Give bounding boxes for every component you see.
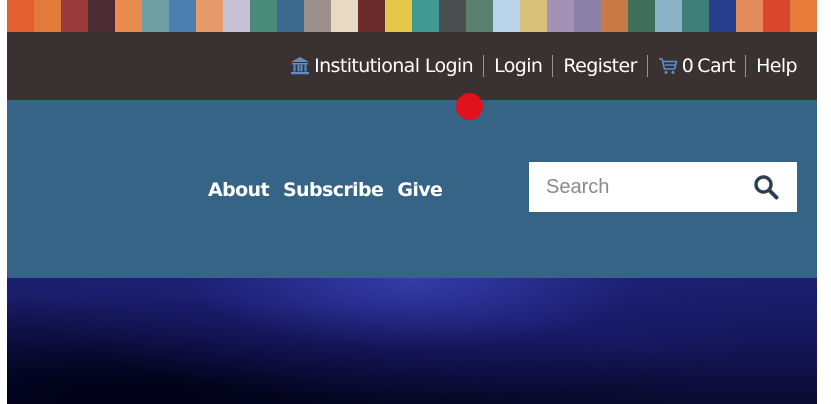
main-header: About Subscribe Give <box>7 100 817 278</box>
hero-banner-image <box>7 278 817 404</box>
color-swatch <box>223 0 250 32</box>
search-button[interactable] <box>753 174 779 200</box>
separator <box>552 55 554 77</box>
utility-nav: Institutional Login Login Register 0 Car… <box>290 55 798 77</box>
color-swatch <box>142 0 169 32</box>
color-stripe-decoration <box>7 0 817 32</box>
utility-bar: Institutional Login Login Register 0 Car… <box>7 32 817 100</box>
color-swatch <box>196 0 223 32</box>
cart-count: 0 <box>681 55 694 77</box>
search-icon <box>754 175 779 200</box>
color-swatch <box>331 0 358 32</box>
color-swatch <box>385 0 412 32</box>
institutional-login-label: Institutional Login <box>314 55 474 77</box>
color-swatch <box>115 0 142 32</box>
register-link[interactable]: Register <box>563 55 637 77</box>
color-swatch <box>34 0 61 32</box>
help-link[interactable]: Help <box>756 55 798 77</box>
color-swatch <box>574 0 601 32</box>
separator <box>483 55 485 77</box>
institutional-login-link[interactable]: Institutional Login <box>290 55 474 77</box>
separator <box>646 55 648 77</box>
cart-icon <box>658 58 678 74</box>
color-swatch <box>88 0 115 32</box>
color-swatch <box>61 0 88 32</box>
search-box <box>529 162 797 212</box>
color-swatch <box>466 0 493 32</box>
color-swatch <box>169 0 196 32</box>
color-swatch <box>709 0 736 32</box>
color-swatch <box>628 0 655 32</box>
color-swatch <box>412 0 439 32</box>
color-swatch <box>358 0 385 32</box>
nav-item-about[interactable]: About <box>208 179 270 201</box>
color-swatch <box>304 0 331 32</box>
color-swatch <box>601 0 628 32</box>
color-swatch <box>547 0 574 32</box>
color-swatch <box>250 0 277 32</box>
separator <box>745 55 747 77</box>
cart-link[interactable]: 0 Cart <box>658 55 736 77</box>
color-swatch <box>493 0 520 32</box>
color-swatch <box>520 0 547 32</box>
cart-label: Cart <box>697 55 736 77</box>
color-swatch <box>790 0 817 32</box>
color-swatch <box>763 0 790 32</box>
main-nav: About Subscribe Give <box>208 179 456 201</box>
color-swatch <box>439 0 466 32</box>
search-input[interactable] <box>529 162 739 212</box>
login-link[interactable]: Login <box>494 55 543 77</box>
color-swatch <box>7 0 34 32</box>
color-swatch <box>277 0 304 32</box>
color-swatch <box>682 0 709 32</box>
bank-icon <box>291 57 310 75</box>
click-marker <box>456 93 483 120</box>
nav-item-subscribe[interactable]: Subscribe <box>283 179 384 201</box>
color-swatch <box>655 0 682 32</box>
color-swatch <box>736 0 763 32</box>
nav-item-give[interactable]: Give <box>397 179 443 201</box>
